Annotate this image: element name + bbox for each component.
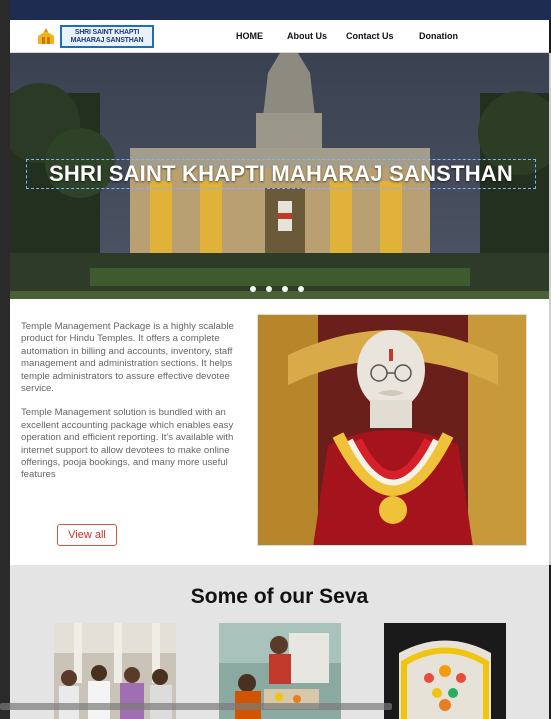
view-all-button[interactable]: View all (57, 524, 117, 546)
about-section: Temple Management Package is a highly sc… (10, 299, 549, 565)
page-left-edge (0, 0, 10, 719)
horizontal-scrollbar[interactable] (0, 703, 392, 710)
hero-title-box: SHRI SAINT KHAPTI MAHARAJ SANSTHAN (26, 159, 536, 189)
slider-dot-2[interactable] (266, 286, 272, 292)
slider-dots (250, 286, 304, 292)
saint-statue-photo (257, 314, 527, 546)
logo-line-2: MAHARAJ SANSTHAN (70, 36, 144, 44)
about-paragraph-1: Temple Management Package is a highly sc… (21, 321, 234, 395)
saint-statue-image (258, 315, 526, 545)
about-paragraph-2: Temple Management solution is bundled wi… (21, 407, 234, 481)
nav-donation[interactable]: Donation (419, 31, 458, 41)
about-text: Temple Management Package is a highly sc… (21, 321, 251, 494)
logo-line-1: SHRI SAINT KHAPTI (74, 28, 140, 36)
seva-card-3[interactable] (384, 623, 506, 719)
nav-contact-us[interactable]: Contact Us (346, 31, 394, 41)
hero-slider[interactable]: SHRI SAINT KHAPTI MAHARAJ SANSTHAN (10, 53, 551, 299)
hero-title: SHRI SAINT KHAPTI MAHARAJ SANSTHAN (49, 161, 513, 186)
seva-title: Some of our Seva (190, 585, 369, 608)
seva-section: Some of our Seva (10, 565, 549, 719)
site-logo[interactable]: SHRI SAINT KHAPTI MAHARAJ SANSTHAN (36, 25, 154, 48)
navbar: SHRI SAINT KHAPTI MAHARAJ SANSTHAN HOME … (10, 20, 549, 53)
temple-emblem-icon (38, 27, 54, 44)
top-strip (10, 0, 551, 20)
logo-text-box: SHRI SAINT KHAPTI MAHARAJ SANSTHAN (60, 25, 154, 48)
nav-about-us[interactable]: About Us (287, 31, 327, 41)
slider-dot-1[interactable] (250, 286, 256, 292)
flower-decoration-photo-icon (384, 623, 506, 719)
nav-home[interactable]: HOME (236, 31, 263, 41)
slider-dot-3[interactable] (282, 286, 288, 292)
slider-dot-4[interactable] (298, 286, 304, 292)
